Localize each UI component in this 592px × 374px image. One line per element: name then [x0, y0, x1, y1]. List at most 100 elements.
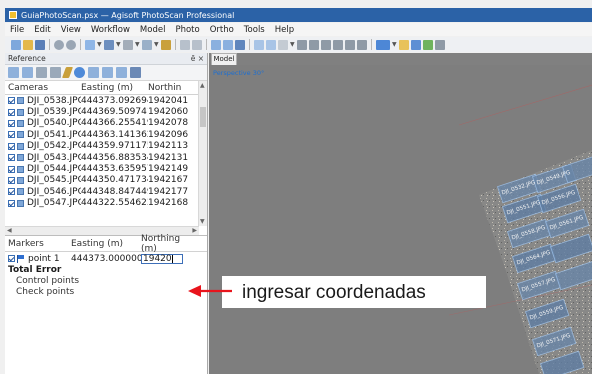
zoom-out-icon[interactable] — [223, 39, 233, 50]
view-mode-icon[interactable] — [376, 39, 390, 50]
camera-northing[interactable]: 1942078 — [148, 118, 190, 128]
marker-enabled-checkbox[interactable] — [8, 255, 15, 262]
tab-model[interactable]: Model — [211, 53, 237, 65]
show-trackball-icon[interactable] — [345, 39, 355, 50]
camera-easting[interactable]: 444353.635957 — [81, 164, 148, 174]
camera-easting[interactable]: 444373.092694 — [81, 96, 148, 106]
view-estimated-icon[interactable] — [102, 67, 113, 78]
show-info-icon[interactable] — [357, 39, 367, 50]
camera-row[interactable]: DJI_0540.JPG 444366.255419 1942078 — [5, 118, 207, 129]
chevron-down-icon[interactable]: ▼ — [154, 40, 159, 50]
camera-easting[interactable]: 444369.509741 — [81, 107, 148, 117]
marker-easting[interactable]: 444373.000000 — [71, 254, 143, 264]
camera-northing[interactable]: 1942131 — [148, 153, 190, 163]
camera-enabled-checkbox[interactable] — [8, 199, 15, 207]
camera-northing[interactable]: 1942113 — [148, 141, 190, 151]
camera-northing[interactable]: 1942168 — [148, 198, 190, 208]
crop-selection-icon[interactable] — [192, 39, 202, 50]
scroll-down-icon[interactable]: ▼ — [200, 218, 205, 225]
camera-row[interactable]: DJI_0544.JPG 444353.635957 1942149 — [5, 163, 207, 174]
camera-enabled-checkbox[interactable] — [8, 154, 15, 162]
pencil-icon[interactable] — [61, 67, 74, 78]
table-icon[interactable] — [50, 67, 61, 78]
menu-ortho[interactable]: Ortho — [205, 25, 239, 35]
chevron-down-icon[interactable]: ▼ — [97, 40, 102, 50]
marker-northing-input[interactable]: 19420 — [141, 253, 183, 264]
export-icon[interactable] — [22, 67, 33, 78]
camera-enabled-checkbox[interactable] — [8, 119, 15, 127]
camera-easting[interactable]: 444322.554623 — [81, 198, 148, 208]
camera-enabled-checkbox[interactable] — [8, 131, 15, 139]
chevron-down-icon[interactable]: ▼ — [290, 40, 295, 50]
camera-enabled-checkbox[interactable] — [8, 188, 15, 196]
model-viewport[interactable]: Perspective 30° DJI_0532.JPG DJI_0549.JP… — [209, 65, 592, 374]
show-shapes-icon[interactable] — [321, 39, 331, 50]
camera-easting[interactable]: 444350.471734 — [81, 175, 148, 185]
menu-file[interactable]: File — [5, 25, 29, 35]
zoom-in-icon[interactable] — [211, 39, 221, 50]
dense-cloud-icon[interactable] — [266, 39, 276, 50]
open-project-icon[interactable] — [23, 39, 33, 50]
camera-easting[interactable]: 444359.971175 — [81, 141, 148, 151]
update-icon[interactable] — [74, 67, 85, 78]
undo-icon[interactable] — [54, 39, 64, 50]
show-region-icon[interactable] — [333, 39, 343, 50]
column-easting[interactable]: Easting (m) — [81, 83, 148, 93]
draw-polyline-icon[interactable] — [161, 39, 171, 50]
camera-northing[interactable]: 1942060 — [148, 107, 190, 117]
move-icon[interactable] — [123, 39, 133, 50]
camera-enabled-checkbox[interactable] — [8, 165, 15, 173]
import-icon[interactable] — [8, 67, 19, 78]
reset-view-icon[interactable] — [235, 39, 245, 50]
menu-tools[interactable]: Tools — [239, 25, 270, 35]
camera-enabled-checkbox[interactable] — [8, 176, 15, 184]
chevron-down-icon[interactable]: ▼ — [392, 40, 397, 50]
light-icon[interactable] — [399, 39, 409, 50]
panel-float-close-icon[interactable]: ē × — [191, 54, 204, 63]
camera-row[interactable]: DJI_0543.JPG 444356.883534 1942131 — [5, 152, 207, 163]
column-marker-easting[interactable]: Easting (m) — [71, 239, 141, 249]
point-cloud-icon[interactable] — [254, 39, 264, 50]
settings-icon[interactable] — [130, 67, 141, 78]
camera-easting[interactable]: 444366.255419 — [81, 118, 148, 128]
camera-row[interactable]: DJI_0538.JPG 444373.092694 1942041 — [5, 95, 207, 106]
camera-northing[interactable]: 1942096 — [148, 130, 190, 140]
menu-view[interactable]: View — [56, 25, 86, 35]
view-source-icon[interactable] — [88, 67, 99, 78]
camera-enabled-checkbox[interactable] — [8, 97, 15, 105]
delete-selection-icon[interactable] — [180, 39, 190, 50]
camera-northing[interactable]: 1942177 — [148, 187, 190, 197]
view-errors-icon[interactable] — [116, 67, 127, 78]
photo-mosaic[interactable]: DJI_0532.JPG DJI_0549.JPG DJI_0551.JPG D… — [209, 65, 592, 374]
menu-help[interactable]: Help — [270, 25, 299, 35]
scroll-left-icon[interactable]: ◀ — [7, 227, 12, 234]
scroll-up-icon[interactable]: ▲ — [200, 82, 205, 89]
control-points-label[interactable]: Control points — [5, 276, 207, 287]
shaded-model-icon[interactable] — [278, 39, 288, 50]
scroll-right-icon[interactable]: ▶ — [192, 227, 197, 234]
rectangle-selection-icon[interactable] — [85, 39, 95, 50]
navigation-icon[interactable] — [104, 39, 114, 50]
camera-northing[interactable]: 1942041 — [148, 96, 190, 106]
flag-icon[interactable] — [411, 39, 421, 50]
column-marker-northing[interactable]: Northing (m) — [141, 234, 191, 254]
camera-row[interactable]: DJI_0546.JPG 444348.847449 1942177 — [5, 186, 207, 197]
camera-northing[interactable]: 1942149 — [148, 164, 190, 174]
camera-row[interactable]: DJI_0542.JPG 444359.971175 1942113 — [5, 141, 207, 152]
grid-icon[interactable] — [423, 39, 433, 50]
menu-workflow[interactable]: Workflow — [86, 25, 135, 35]
camera-row[interactable]: DJI_0539.JPG 444369.509741 1942060 — [5, 106, 207, 117]
show-markers-icon[interactable] — [309, 39, 319, 50]
check-points-label[interactable]: Check points — [5, 287, 207, 298]
scrollbar-thumb[interactable] — [200, 107, 206, 127]
camera-easting[interactable]: 444348.847449 — [81, 187, 148, 197]
camera-enabled-checkbox[interactable] — [8, 108, 15, 116]
camera-row[interactable]: DJI_0541.JPG 444363.141362 1942096 — [5, 129, 207, 140]
redo-icon[interactable] — [66, 39, 76, 50]
camera-easting[interactable]: 444356.883534 — [81, 153, 148, 163]
column-cameras[interactable]: Cameras — [5, 83, 81, 93]
ruler-icon[interactable] — [142, 39, 152, 50]
camera-row[interactable]: DJI_0547.JPG 444322.554623 1942168 — [5, 198, 207, 209]
camera-row[interactable]: DJI_0545.JPG 444350.471734 1942167 — [5, 175, 207, 186]
new-project-icon[interactable] — [11, 39, 21, 50]
